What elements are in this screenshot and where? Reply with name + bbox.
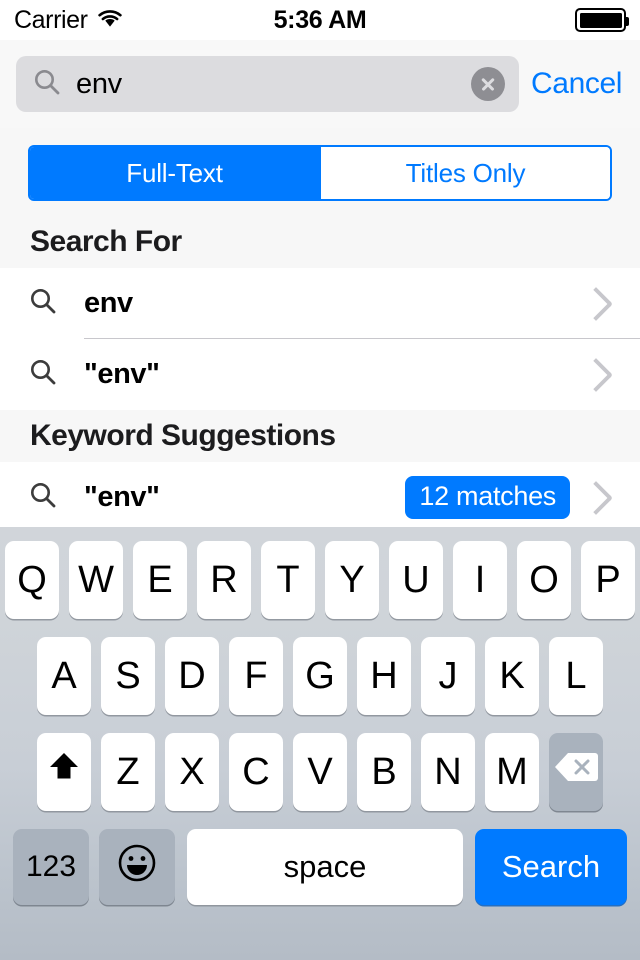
key-c[interactable]: C [229,733,283,811]
emoji-key[interactable] [99,829,175,905]
key-l[interactable]: L [549,637,603,715]
on-screen-keyboard: Q W E R T Y U I O P A S D F G H J K L Z … [0,527,640,960]
keyboard-row-2: A S D F G H J K L [0,637,640,715]
key-i[interactable]: I [453,541,507,619]
key-g[interactable]: G [293,637,347,715]
search-icon [32,67,62,102]
segmented-control[interactable]: Full-Text Titles Only [28,145,612,201]
search-for-section: Search For env "env" [0,216,640,410]
battery-fill [579,12,622,28]
search-icon [28,357,58,392]
chevron-right-icon [579,480,613,515]
key-e[interactable]: E [133,541,187,619]
chevron-right-icon [579,286,613,321]
key-o[interactable]: O [517,541,571,619]
smiley-face-icon [117,843,157,892]
search-for-list: env "env" [0,268,640,410]
key-k[interactable]: K [485,637,539,715]
key-r[interactable]: R [197,541,251,619]
table-row[interactable]: "env" 12 matches [0,462,640,533]
status-time: 5:36 AM [273,5,367,34]
delete-key[interactable] [549,733,603,811]
key-v[interactable]: V [293,733,347,811]
shift-arrow-icon [45,748,83,796]
row-label: "env" [84,481,160,513]
key-j[interactable]: J [421,637,475,715]
section-header-keyword-suggestions: Keyword Suggestions [0,410,640,462]
wifi-icon [96,8,124,33]
space-key[interactable]: space [187,829,463,905]
search-icon [28,286,58,321]
battery-cap [626,17,629,26]
key-m[interactable]: M [485,733,539,811]
chevron-right-icon [579,357,613,392]
key-b[interactable]: B [357,733,411,811]
status-badge: 12 matches [405,476,570,519]
carrier-label: Carrier [14,5,88,34]
key-d[interactable]: D [165,637,219,715]
key-a[interactable]: A [37,637,91,715]
battery-icon [575,8,629,32]
segmented-control-area: Full-Text Titles Only [0,128,640,216]
search-icon [28,480,58,515]
status-bar-right [575,8,629,32]
status-bar: Carrier 5:36 AM [0,0,640,40]
row-label: env [84,287,133,319]
keyboard-row-3: Z X C V B N M [0,733,640,811]
key-f[interactable]: F [229,637,283,715]
clear-circle-icon[interactable] [471,67,506,101]
search-bar: env Cancel [0,40,640,128]
key-y[interactable]: Y [325,541,379,619]
tab-full-text[interactable]: Full-Text [30,147,319,199]
key-w[interactable]: W [69,541,123,619]
table-row[interactable]: env [0,268,640,339]
cancel-button[interactable]: Cancel [531,67,624,101]
keyword-suggestions-list: "env" 12 matches [0,462,640,533]
search-input[interactable]: env [16,56,520,112]
key-p[interactable]: P [581,541,635,619]
tab-titles-only[interactable]: Titles Only [319,147,610,199]
key-h[interactable]: H [357,637,411,715]
row-label: "env" [84,358,160,390]
search-input-value: env [76,67,122,100]
shift-key[interactable] [37,733,91,811]
section-header-search-for: Search For [0,216,640,268]
key-n[interactable]: N [421,733,475,811]
search-key[interactable]: Search [475,829,627,905]
keyboard-row-4: 123 space Search [0,829,640,905]
key-x[interactable]: X [165,733,219,811]
table-row[interactable]: "env" [0,339,640,410]
key-s[interactable]: S [101,637,155,715]
keyboard-row-1: Q W E R T Y U I O P [0,541,640,619]
key-q[interactable]: Q [5,541,59,619]
status-bar-left: Carrier [14,5,124,34]
app-screen: Carrier 5:36 AM env Cancel Full-Text Tit… [0,0,640,960]
backspace-delete-icon [554,750,598,794]
numbers-key[interactable]: 123 [13,829,89,905]
key-u[interactable]: U [389,541,443,619]
key-t[interactable]: T [261,541,315,619]
key-z[interactable]: Z [101,733,155,811]
keyword-suggestions-section: Keyword Suggestions "env" 12 matches [0,410,640,533]
